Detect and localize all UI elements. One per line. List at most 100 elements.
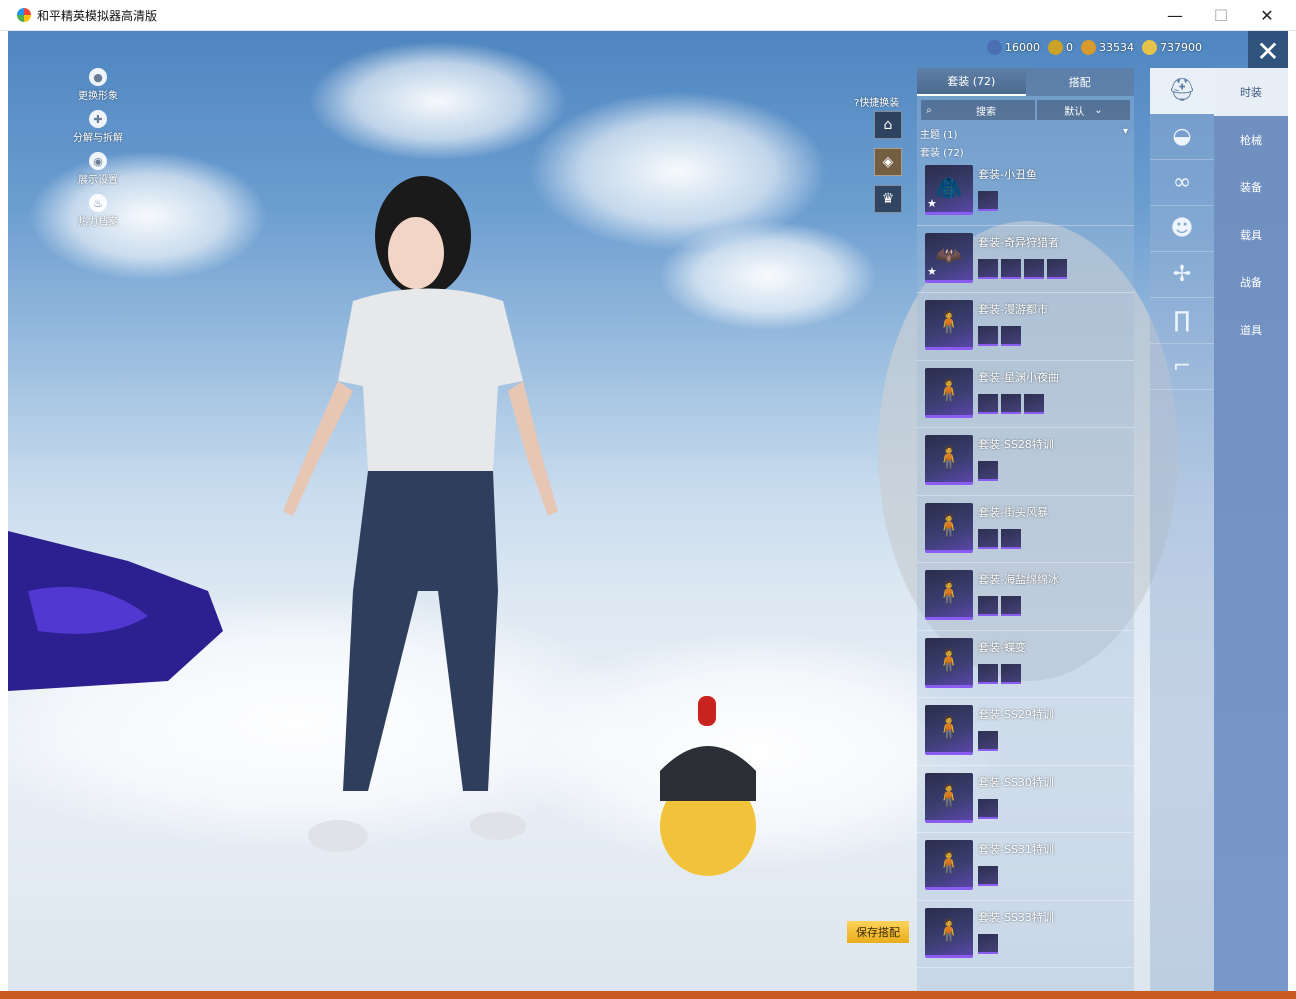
wardrobe-hanger-button[interactable]: ⌂ bbox=[874, 111, 902, 139]
outfit-part-thumbnail[interactable] bbox=[978, 798, 998, 819]
dismantle-button[interactable]: ✚ 分解与拆解 bbox=[68, 110, 128, 152]
outfit-list-item[interactable]: 🧍 套装-蝶变 bbox=[917, 631, 1134, 698]
currency-item[interactable]: 0 bbox=[1048, 40, 1073, 55]
quick-change-text: 快捷换装 bbox=[859, 98, 900, 109]
outfit-part-thumbnail[interactable] bbox=[978, 191, 998, 211]
glasses-icon: ∞ bbox=[1172, 170, 1192, 195]
outfit-name: 套装-SS28特训 bbox=[978, 438, 1054, 451]
category-shirt-button[interactable]: ✢ bbox=[1150, 252, 1214, 298]
caret-down-icon: ▾ bbox=[1122, 126, 1128, 137]
category-column: ⛑ ◒ ∞ ☻ ✢ ∏ ⌐ bbox=[1150, 68, 1214, 991]
outfit-list-item[interactable]: 🧍 套装-SS29特训 bbox=[917, 698, 1134, 766]
outfit-part-thumbnail[interactable] bbox=[1001, 528, 1021, 549]
window-close-button[interactable]: ✕ bbox=[1244, 0, 1290, 31]
change-appearance-button[interactable]: ● 更换形象 bbox=[68, 68, 128, 110]
category-shoes-button[interactable]: ⌐ bbox=[1150, 344, 1214, 390]
outfit-part-thumbnail[interactable] bbox=[1024, 393, 1044, 414]
category-outfit-button[interactable]: ⛑ bbox=[1150, 68, 1214, 114]
outfit-part-thumbnail[interactable] bbox=[978, 663, 998, 684]
category-pants-button[interactable]: ∏ bbox=[1150, 298, 1214, 344]
currency-item[interactable]: 33534 bbox=[1081, 40, 1134, 55]
side-tab[interactable]: 载具 bbox=[1214, 211, 1288, 259]
hanger-icon: ⌂ bbox=[883, 117, 893, 133]
outfit-part-thumbnail[interactable] bbox=[1001, 393, 1021, 414]
display-settings-button[interactable]: ◉ 展示设置 bbox=[68, 152, 128, 194]
outfit-name: 套装-SS31特训 bbox=[978, 843, 1054, 856]
emblem-button[interactable]: ♛ bbox=[874, 185, 902, 213]
left-menu: ● 更换形象 ✚ 分解与拆解 ◉ 展示设置 ♨ 热力档案 bbox=[68, 68, 128, 236]
minimize-button[interactable]: — bbox=[1152, 0, 1198, 31]
outfit-list-item[interactable]: 🧍 套装-SS30特训 bbox=[917, 766, 1134, 833]
badge-button[interactable]: ◈ bbox=[874, 148, 902, 176]
outfit-part-thumbnail[interactable] bbox=[978, 326, 998, 346]
side-tab[interactable]: 时装 bbox=[1214, 68, 1288, 116]
outfit-icon: ⛑ bbox=[1168, 78, 1196, 103]
outfit-figure-icon: 🧍 bbox=[935, 716, 963, 741]
outfit-list-item[interactable]: 🧍 套装-SS33特训 bbox=[917, 901, 1134, 968]
side-tab[interactable]: 战备 bbox=[1214, 259, 1288, 307]
dismantle-icon: ✚ bbox=[89, 110, 107, 128]
save-outfit-button[interactable]: 保存搭配 bbox=[847, 921, 909, 943]
outfit-list-item[interactable]: 🧍 套装-SS31特训 bbox=[917, 833, 1134, 901]
maximize-button[interactable]: ☐ bbox=[1198, 0, 1244, 31]
category-glasses-button[interactable]: ∞ bbox=[1150, 160, 1214, 206]
currency-bar: 16000 0 33534 737900 bbox=[983, 40, 1202, 55]
outfit-list-item[interactable]: 🧍 套装-星渊小夜曲 bbox=[917, 361, 1134, 428]
outfit-part-thumbnail[interactable] bbox=[1047, 258, 1067, 279]
outfit-list-item[interactable]: 🧍 套装-海盐绵绵冰 bbox=[917, 563, 1134, 631]
outfit-part-thumbnail[interactable] bbox=[978, 731, 998, 751]
character-face bbox=[388, 217, 444, 289]
close-icon[interactable]: ✕ bbox=[1248, 31, 1288, 71]
shoes-icon: ⌐ bbox=[1172, 354, 1192, 379]
tab-mix-match[interactable]: 搭配 bbox=[1025, 68, 1134, 96]
outfit-part-thumbnail[interactable] bbox=[1001, 258, 1021, 279]
outfit-list-item[interactable]: 🧥 ★ 套装-小丑鱼 bbox=[917, 158, 1134, 226]
currency-value: 33534 bbox=[1099, 41, 1134, 54]
outfit-list-item[interactable]: 🧍 套装-漫游都市 bbox=[917, 293, 1134, 361]
outfit-part-thumbnail[interactable] bbox=[978, 393, 998, 414]
category-mask-button[interactable]: ☻ bbox=[1150, 206, 1214, 252]
outfit-parts bbox=[978, 798, 998, 819]
tab-outfits[interactable]: 套装 (72) bbox=[917, 68, 1026, 96]
outfit-parts bbox=[978, 461, 998, 481]
side-tab-column: 时装 枪械 装备 载具 战备 道具 bbox=[1214, 68, 1288, 991]
pet-plume bbox=[698, 696, 716, 726]
pants-icon: ∏ bbox=[1173, 308, 1191, 333]
search-input[interactable]: ⌕ 搜索 bbox=[921, 100, 1035, 120]
outfit-list-item[interactable]: 🧍 套装-SS28特训 bbox=[917, 428, 1134, 496]
currency-item[interactable]: 16000 bbox=[987, 40, 1040, 55]
outfit-part-thumbnail[interactable] bbox=[1001, 663, 1021, 684]
side-tab[interactable]: 道具 bbox=[1214, 306, 1288, 354]
eye-icon: ◉ bbox=[89, 152, 107, 170]
search-placeholder: 搜索 bbox=[976, 106, 996, 118]
star-icon: ★ bbox=[927, 264, 937, 278]
category-cap-button[interactable]: ◒ bbox=[1150, 114, 1214, 160]
heat-archive-button[interactable]: ♨ 热力档案 bbox=[68, 194, 128, 236]
outfit-part-thumbnail[interactable] bbox=[978, 528, 998, 549]
outfit-part-thumbnail[interactable] bbox=[1024, 258, 1044, 279]
outfit-thumbnail: 🧥 ★ bbox=[925, 165, 973, 215]
outfit-part-thumbnail[interactable] bbox=[1001, 326, 1021, 346]
outfit-parts bbox=[978, 663, 1021, 684]
sort-dropdown[interactable]: 默认 ⌄ bbox=[1037, 100, 1130, 120]
outfit-part-thumbnail[interactable] bbox=[978, 461, 998, 481]
side-tab[interactable]: 枪械 bbox=[1214, 116, 1288, 164]
outfit-part-thumbnail[interactable] bbox=[978, 866, 998, 886]
outfit-list-item[interactable]: 🦇 ★ 套装-奇异狩猎者 bbox=[917, 226, 1134, 293]
outfit-part-thumbnail[interactable] bbox=[978, 596, 998, 616]
outfit-parts bbox=[978, 191, 998, 211]
character-right-shoe bbox=[470, 812, 526, 840]
outfit-figure-icon: 🧍 bbox=[935, 446, 963, 471]
outfit-figure-icon: 🧍 bbox=[935, 311, 963, 336]
outfit-part-thumbnail[interactable] bbox=[1001, 596, 1021, 616]
quick-change-label[interactable]: ?快捷换装 bbox=[854, 94, 899, 109]
outfit-list-item[interactable]: 🧍 套装-街头风暴 bbox=[917, 496, 1134, 563]
outfit-parts bbox=[978, 528, 1021, 549]
theme-filter[interactable]: 主题 (1) ▾ bbox=[917, 122, 1134, 141]
taskbar-strip bbox=[0, 991, 1296, 999]
outfit-part-thumbnail[interactable] bbox=[978, 258, 998, 279]
outfit-part-thumbnail[interactable] bbox=[978, 933, 998, 954]
side-tab[interactable]: 装备 bbox=[1214, 164, 1288, 212]
outfit-name: 套装-SS33特训 bbox=[978, 910, 1054, 924]
currency-item[interactable]: 737900 bbox=[1142, 40, 1202, 55]
